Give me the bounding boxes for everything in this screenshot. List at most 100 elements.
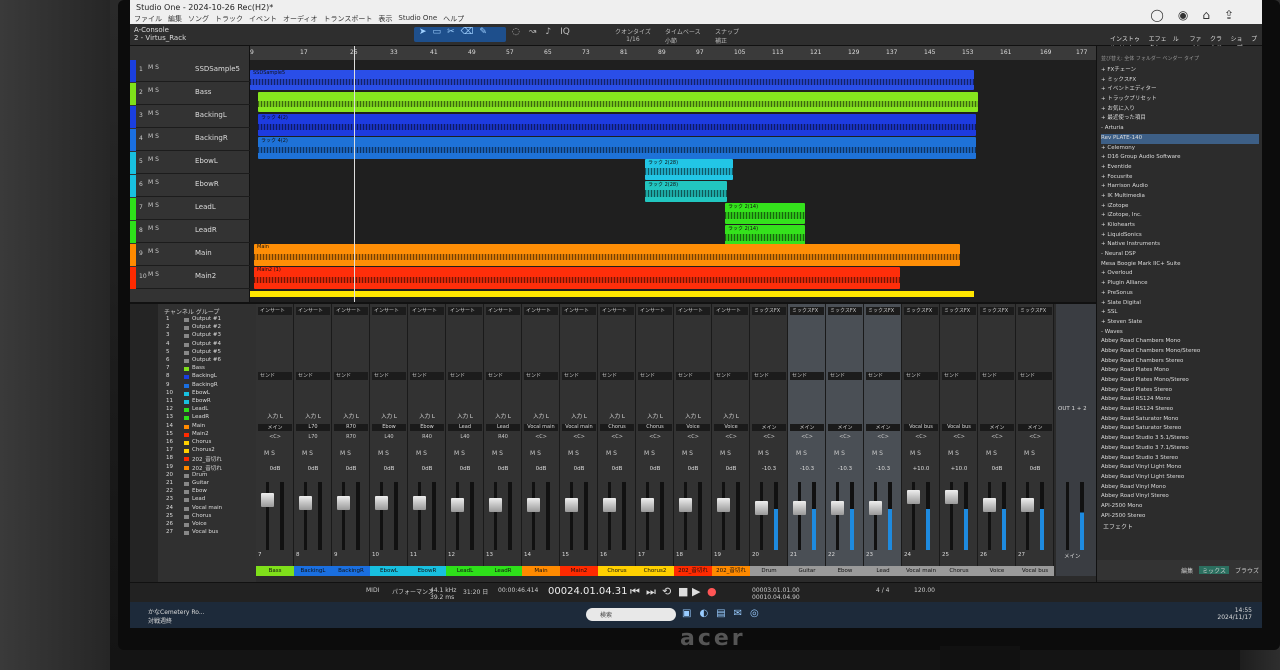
- browser-item[interactable]: + Harrison Audio: [1101, 182, 1259, 192]
- insert-slot[interactable]: ミックスFX: [942, 307, 976, 315]
- insert-slot[interactable]: ミックスFX: [790, 307, 824, 315]
- browser-item[interactable]: - Waves: [1101, 328, 1259, 338]
- channel-list-item[interactable]: 4 Output #4: [162, 341, 254, 349]
- input-selector[interactable]: 入力 L: [296, 412, 330, 420]
- channel-label[interactable]: Voice: [978, 566, 1016, 576]
- view-tab[interactable]: ブラウズ: [1235, 566, 1259, 575]
- insert-slot[interactable]: インサート: [334, 307, 368, 315]
- menu-item[interactable]: Studio One: [398, 14, 437, 24]
- channel-list-item[interactable]: 24 Vocal main: [162, 505, 254, 513]
- track-header[interactable]: 3 M S BackingL: [130, 106, 250, 128]
- mute-solo-buttons[interactable]: M S: [148, 64, 159, 71]
- clip-ssd[interactable]: SSDSample5: [250, 70, 974, 90]
- browser-item[interactable]: Abbey Road Plates Stereo: [1101, 386, 1259, 396]
- pan-knob[interactable]: <C>: [942, 434, 976, 440]
- mute-solo-buttons[interactable]: M S: [148, 248, 159, 255]
- output-selector[interactable]: Voice: [676, 424, 710, 431]
- mute-solo-buttons[interactable]: M S: [910, 450, 921, 457]
- track-header[interactable]: 1 M S SSDSample5: [130, 60, 250, 82]
- channel-label[interactable]: EbowL: [370, 566, 408, 576]
- fader-cap[interactable]: [755, 500, 768, 515]
- channel-label[interactable]: Main2: [560, 566, 598, 576]
- fader-cap[interactable]: [793, 500, 806, 515]
- volume-fader-track[interactable]: [798, 482, 801, 550]
- send-slot[interactable]: センド: [904, 372, 938, 380]
- insert-slot[interactable]: インサート: [524, 307, 558, 315]
- fader-cap[interactable]: [983, 498, 996, 513]
- loop-icon[interactable]: ⟲: [662, 585, 671, 598]
- fader-cap[interactable]: [565, 498, 578, 513]
- insert-slot[interactable]: インサート: [258, 307, 292, 315]
- send-slot[interactable]: センド: [600, 372, 634, 380]
- browser-item[interactable]: + Native Instruments: [1101, 240, 1259, 250]
- fader-cap[interactable]: [451, 498, 464, 513]
- menu-item[interactable]: 表示: [378, 14, 392, 24]
- browser-item[interactable]: + SSL: [1101, 308, 1259, 318]
- insert-slot[interactable]: インサート: [372, 307, 406, 315]
- mute-solo-buttons[interactable]: M S: [148, 225, 159, 232]
- pan-knob[interactable]: R70: [334, 434, 368, 440]
- channel-list-item[interactable]: 13 LeadR: [162, 414, 254, 422]
- pan-knob[interactable]: <C>: [600, 434, 634, 440]
- browser-item[interactable]: Abbey Road Studio 3 Stereo: [1101, 454, 1259, 464]
- files-icon[interactable]: ▣: [682, 608, 691, 619]
- insert-slot[interactable]: インサート: [676, 307, 710, 315]
- track-header[interactable]: 2 M S Bass: [130, 83, 250, 105]
- browser-item[interactable]: + Overloud: [1101, 269, 1259, 279]
- send-slot[interactable]: センド: [676, 372, 710, 380]
- volume-fader-track[interactable]: [380, 482, 383, 550]
- mute-solo-buttons[interactable]: M S: [1024, 450, 1035, 457]
- rewind-icon[interactable]: ⏮: [630, 585, 640, 599]
- input-selector[interactable]: 入力 L: [448, 412, 482, 420]
- mute-solo-buttons[interactable]: M S: [720, 450, 731, 457]
- fader-cap[interactable]: [907, 490, 920, 505]
- yellow-track[interactable]: [250, 291, 974, 297]
- stop-icon[interactable]: ■: [678, 585, 688, 598]
- clip-ebow-l[interactable]: ラック 2(28): [645, 159, 733, 180]
- timeline[interactable]: 9172533414957657381899710511312112913714…: [250, 46, 1107, 302]
- volume-fader-track[interactable]: [494, 482, 497, 550]
- channel-list-item[interactable]: 10 EbowL: [162, 390, 254, 398]
- insert-slot[interactable]: インサート: [638, 307, 672, 315]
- browser-item[interactable]: Abbey Road Studio 3 5.1/Stereo: [1101, 434, 1259, 444]
- track-header[interactable]: 9 M S Main: [130, 244, 250, 266]
- snap-selector[interactable]: スナップ 補正: [715, 27, 739, 45]
- browser-item[interactable]: + FXチェーン: [1101, 66, 1259, 76]
- pan-knob[interactable]: <C>: [676, 434, 710, 440]
- browser-item[interactable]: + トラックプリセット: [1101, 95, 1259, 105]
- home-icon[interactable]: ⌂: [1202, 8, 1210, 22]
- browser-item[interactable]: + IK Multimedia: [1101, 192, 1259, 202]
- taskbar-search[interactable]: 検索: [586, 608, 676, 621]
- output-selector[interactable]: Lead: [486, 424, 520, 431]
- menu-item[interactable]: イベント: [249, 14, 277, 24]
- mute-solo-buttons[interactable]: M S: [148, 133, 159, 140]
- browser-item[interactable]: + PreSonus: [1101, 289, 1259, 299]
- mute-solo-buttons[interactable]: M S: [872, 450, 883, 457]
- browser-item[interactable]: + iZotope: [1101, 202, 1259, 212]
- output-selector[interactable]: Vocal bus: [904, 424, 938, 431]
- output-selector[interactable]: L70: [296, 424, 330, 431]
- mute-solo-buttons[interactable]: M S: [834, 450, 845, 457]
- mute-solo-buttons[interactable]: M S: [986, 450, 997, 457]
- volume-fader-track[interactable]: [760, 482, 763, 550]
- browser-item[interactable]: Abbey Road Chambers Mono: [1101, 337, 1259, 347]
- input-selector[interactable]: 入力 L: [258, 412, 292, 420]
- ruler[interactable]: 9172533414957657381899710511312112913714…: [250, 46, 1107, 60]
- mute-solo-buttons[interactable]: M S: [644, 450, 655, 457]
- mute-solo-buttons[interactable]: M S: [340, 450, 351, 457]
- insert-slot[interactable]: インサート: [562, 307, 596, 315]
- listen-tool-icon[interactable]: ♪: [545, 27, 551, 37]
- output-selector[interactable]: メイン: [790, 424, 824, 431]
- channel-label[interactable]: LeadR: [484, 566, 522, 576]
- browser-item[interactable]: Abbey Road Chambers Stereo: [1101, 357, 1259, 367]
- clip-bass[interactable]: [258, 92, 978, 112]
- fader-cap[interactable]: [641, 498, 654, 513]
- pan-knob[interactable]: R40: [410, 434, 444, 440]
- volume-fader-track[interactable]: [1026, 482, 1029, 550]
- mute-tool-icon[interactable]: ◌: [512, 27, 520, 37]
- channel-list-item[interactable]: 14 Main: [162, 423, 254, 431]
- send-slot[interactable]: センド: [448, 372, 482, 380]
- send-slot[interactable]: センド: [752, 372, 786, 380]
- insert-slot[interactable]: インサート: [296, 307, 330, 315]
- insert-slot[interactable]: インサート: [486, 307, 520, 315]
